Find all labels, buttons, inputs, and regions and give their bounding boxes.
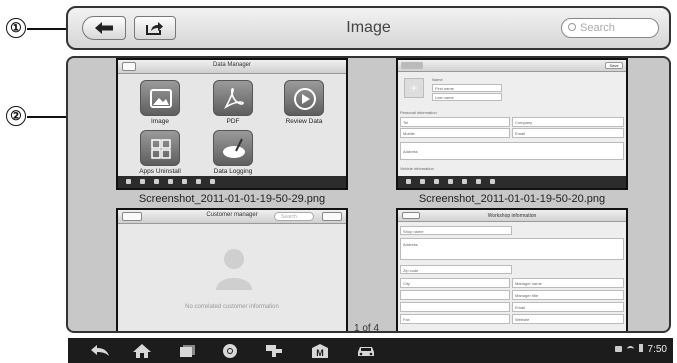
image-gallery: Data Manager Image PDF Review Data Apps … [66,56,671,333]
form-field: Email [512,128,624,138]
system-navbar: M 7:50 [68,338,673,363]
clock: 7:50 [647,344,667,355]
mini-save-button: Save [605,62,623,69]
maxifix-icon[interactable]: M [310,343,330,358]
empty-state-text: No correlated customer information [185,304,279,310]
form-field [400,302,510,312]
search-icon [568,23,576,31]
form-field: Fax [400,314,510,324]
form-label: Name [432,77,443,82]
form-field [400,290,510,300]
app-apps-uninstall-label: Apps Uninstall [139,168,181,175]
thumbnail-4[interactable]: Workshop information Shop name Address Z… [396,208,628,331]
form-field: Zip code [400,265,512,274]
form-field: Tel [400,117,510,127]
mini-navbar [118,176,346,188]
mini-back-icon [401,62,423,69]
app-image-icon [140,80,180,116]
mini-titlebar: Data Manager [118,60,346,74]
form-field: Email [512,302,624,312]
page: ① ② Image Search Data Manager Image PDF … [0,0,677,363]
mini-titlebar: Save [398,60,626,72]
app-review-data-label: Review Data [285,118,323,125]
svg-text:M: M [316,348,324,358]
mini-screen-title: Workshop information [487,213,537,219]
form-field: Last name [432,93,502,101]
callout-1-line [27,28,66,30]
vci-icon[interactable] [264,343,284,358]
chrome-icon[interactable] [220,343,240,358]
form-field: Address [400,142,624,160]
app-data-logging-label: Data Logging [213,168,253,175]
thumbnail-2-caption: Screenshot_2011-01-01-19-50-20.png [418,193,606,205]
form-field: Manager title [512,290,624,300]
back-icon[interactable] [90,343,110,358]
callout-2-line [27,116,66,118]
app-image-label: Image [150,118,170,125]
form-field: Manager name [512,278,624,288]
message-icon [615,346,623,352]
form-field: City [400,278,510,288]
mini-navbar [398,176,626,188]
search-input[interactable]: Search [561,18,659,38]
mini-search-input: Search [274,212,314,221]
status-area: 7:50 [615,344,667,355]
callout-1: ① [6,18,26,38]
search-placeholder: Search [580,22,615,34]
form-field: Website [512,314,624,324]
app-review-data-icon [284,80,324,116]
form-field: First name [432,84,502,92]
form-field: Mobile [400,128,510,138]
top-toolbar: Image Search [66,6,671,50]
thumbnail-1[interactable]: Data Manager Image PDF Review Data Apps … [116,58,348,190]
app-pdf-label: PDF [226,118,240,125]
mini-titlebar: Customer manager Search [118,210,346,224]
user-placeholder-icon [216,249,252,290]
form-section-label: Personal information [400,110,437,115]
add-photo-icon: + [404,78,424,98]
mini-titlebar: Workshop information [398,210,626,222]
form-field: Address [400,238,624,260]
thumbnail-3[interactable]: Customer manager Search No correlated cu… [116,208,348,331]
app-apps-uninstall-icon [140,130,180,166]
form-field: Shop name [400,226,512,235]
home-icon[interactable] [132,343,152,358]
recents-icon[interactable] [178,343,198,358]
mini-add-user-icon [322,212,342,221]
thumbnail-1-caption: Screenshot_2011-01-01-19-50-29.png [138,193,326,205]
callout-2: ② [6,106,26,126]
battery-icon [638,344,643,352]
app-pdf-icon [213,80,253,116]
app-data-logging-icon [213,130,253,166]
car-icon[interactable] [356,343,376,358]
mini-screen-title: Data Manager [212,62,252,68]
page-indicator: 1 of 4 [354,323,380,334]
thumbnail-2[interactable]: Save + Name First name Last name Persona… [396,58,628,190]
form-section-label: Vehicle information [400,166,434,171]
wifi-icon [626,346,634,352]
form-field: Company [512,117,624,127]
